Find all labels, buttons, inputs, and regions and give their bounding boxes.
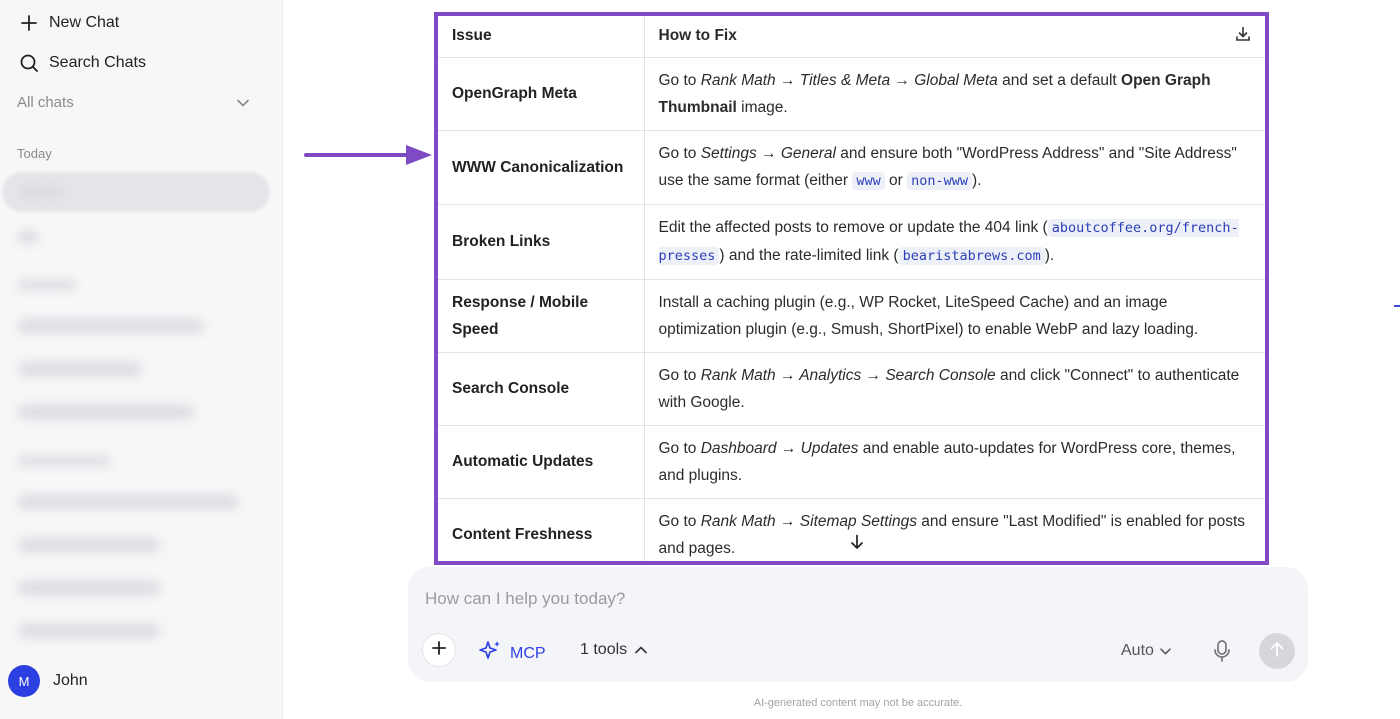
app-root: New Chat Search Chats All chats Today M (0, 0, 1400, 719)
fix-path: Dashboard → Updates (700, 439, 859, 457)
mcp-label: MCP (510, 644, 546, 662)
section-label-today: Today (17, 146, 52, 161)
model-selector[interactable]: Auto (1121, 642, 1171, 660)
user-profile[interactable]: M John (8, 665, 88, 697)
download-icon[interactable] (1235, 26, 1251, 47)
chevron-up-icon (635, 641, 647, 659)
fix-text: Go to (658, 366, 701, 384)
chat-item-blurred[interactable] (18, 405, 194, 419)
issue-cell: OpenGraph Meta (438, 57, 645, 131)
inline-code: www (852, 171, 885, 190)
issue-cell: WWW Canonicalization (438, 130, 645, 205)
user-name: John (53, 672, 88, 689)
section-label-blurred (18, 280, 76, 290)
search-chats-label: Search Chats (49, 54, 146, 71)
fix-text: ) and the rate-limited link ( (719, 246, 899, 264)
fix-cell: Go to Dashboard → Updates and enable aut… (644, 425, 1265, 499)
inline-code: bearistabrews.com (898, 246, 1045, 265)
column-header-issue: Issue (438, 16, 645, 58)
sparkle-icon (478, 639, 502, 668)
chevron-down-icon (237, 94, 249, 111)
fix-cell: Edit the affected posts to remove or upd… (644, 204, 1265, 280)
fix-text: or (884, 171, 908, 189)
chat-item-blurred[interactable] (18, 624, 160, 638)
fix-cell: Go to Rank Math → Titles & Meta → Global… (644, 57, 1265, 131)
fix-text: Edit the affected posts to remove or upd… (658, 218, 1048, 236)
plus-icon (18, 12, 40, 34)
section-label-blurred (18, 456, 110, 466)
microphone-button[interactable] (1212, 639, 1232, 668)
fix-text: Go to (658, 71, 701, 89)
sidebar: New Chat Search Chats All chats Today M (0, 0, 283, 719)
fix-text: Go to (658, 144, 701, 162)
fix-text: Go to (658, 512, 701, 530)
table-row: Search Console Go to Rank Math → Analyti… (438, 352, 1265, 426)
search-chats-button[interactable]: Search Chats (18, 52, 146, 74)
new-chat-button[interactable]: New Chat (18, 12, 119, 34)
table-row: WWW Canonicalization Go to Settings → Ge… (438, 130, 1265, 205)
message-composer: How can I help you today? MCP 1 tools Au… (408, 567, 1308, 682)
fix-path: Settings → General (700, 144, 836, 162)
mcp-button[interactable]: MCP (478, 639, 546, 668)
table-row: OpenGraph Meta Go to Rank Math → Titles … (438, 57, 1265, 131)
all-chats-label: All chats (17, 94, 74, 111)
fix-text: image. (736, 98, 788, 116)
table-header-row: Issue How to Fix (438, 16, 1265, 58)
model-label: Auto (1121, 642, 1154, 659)
issue-cell: Content Freshness (438, 498, 645, 561)
message-input[interactable]: How can I help you today? (425, 589, 625, 609)
fix-cell: Go to Rank Math → Sitemap Settings and e… (644, 498, 1265, 561)
chat-item-blurred[interactable] (18, 362, 142, 376)
fix-cell: Install a caching plugin (e.g., WP Rocke… (644, 279, 1265, 353)
issue-cell: Response / Mobile Speed (438, 279, 645, 353)
arrow-annotation-icon (304, 145, 432, 165)
chat-item-blurred[interactable] (18, 319, 204, 333)
scroll-to-bottom-button[interactable] (843, 530, 871, 558)
fix-path: Rank Math → Analytics → Search Console (700, 366, 996, 384)
edge-marker (1394, 305, 1400, 307)
fix-table-highlight: Issue How to Fix OpenGraph Meta Go to Ra… (434, 12, 1269, 565)
chat-item-blurred[interactable] (18, 538, 160, 552)
fix-path: Rank Math → Titles & Meta → Global Meta (700, 71, 998, 89)
column-header-fix-label: How to Fix (658, 27, 737, 45)
fix-text: and set a default (997, 71, 1122, 89)
chat-item-blurred[interactable] (18, 581, 160, 595)
fix-text: ). (972, 171, 982, 189)
fix-text: Go to (658, 439, 701, 457)
chat-item-blurred[interactable] (18, 495, 238, 509)
tools-label: 1 tools (580, 641, 628, 658)
issue-cell: Search Console (438, 352, 645, 426)
avatar: M (8, 665, 40, 697)
table-row: Broken Links Edit the affected posts to … (438, 204, 1265, 280)
tools-toggle[interactable]: 1 tools (580, 641, 647, 659)
fix-text: Install a caching plugin (e.g., WP Rocke… (658, 293, 1199, 338)
fix-cell: Go to Settings → General and ensure both… (644, 130, 1265, 205)
arrow-down-icon (850, 534, 864, 555)
inline-code: non-www (907, 171, 973, 190)
column-header-fix: How to Fix (644, 16, 1265, 58)
fix-path: Rank Math → Sitemap Settings (700, 512, 917, 530)
plus-icon (431, 640, 447, 661)
arrow-up-icon (1269, 640, 1285, 663)
microphone-icon (1212, 640, 1232, 667)
attach-button[interactable] (422, 633, 456, 667)
search-icon (18, 52, 40, 74)
issue-cell: Broken Links (438, 204, 645, 280)
send-button[interactable] (1259, 633, 1295, 669)
issue-cell: Automatic Updates (438, 425, 645, 499)
chat-item-blurred (18, 185, 66, 199)
fix-cell: Go to Rank Math → Analytics → Search Con… (644, 352, 1265, 426)
chat-item-blurred[interactable] (18, 230, 38, 244)
all-chats-dropdown[interactable]: All chats (17, 94, 249, 111)
table-row: Automatic Updates Go to Dashboard → Upda… (438, 425, 1265, 499)
fix-table: Issue How to Fix OpenGraph Meta Go to Ra… (438, 16, 1265, 561)
fix-text: ). (1044, 246, 1055, 264)
chevron-down-icon (1160, 642, 1171, 660)
table-row: Response / Mobile Speed Install a cachin… (438, 279, 1265, 353)
new-chat-label: New Chat (49, 14, 120, 31)
